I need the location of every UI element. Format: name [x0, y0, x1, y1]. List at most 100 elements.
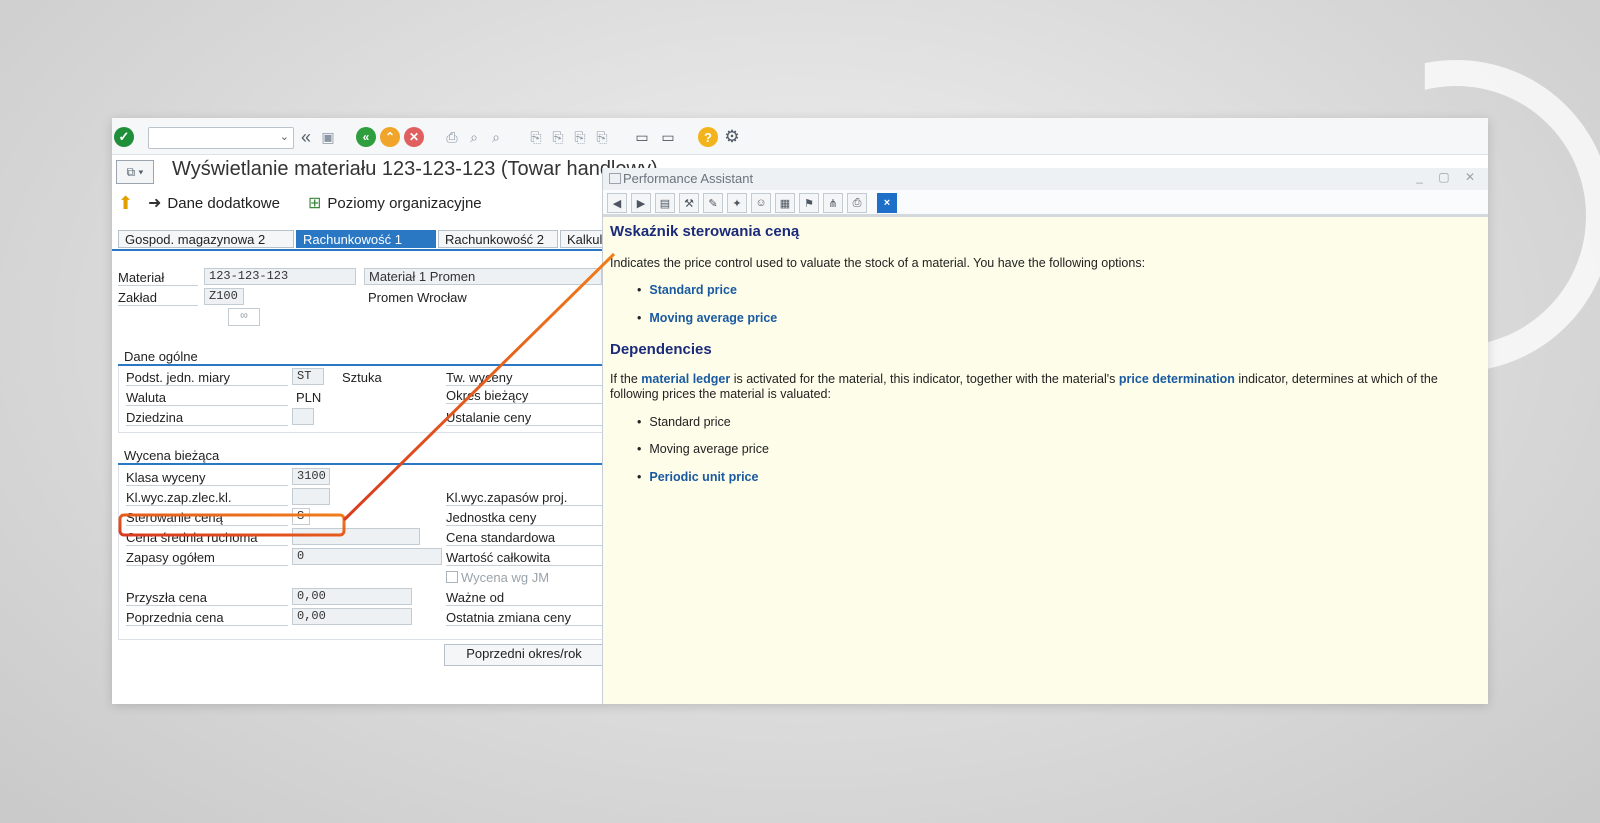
pa-intro: Indicates the price control used to valu… — [610, 256, 1146, 270]
pa-window-title: Performance Assistant — [623, 171, 754, 186]
exit-icon[interactable]: ⌃ — [380, 127, 400, 147]
base-uom-field[interactable]: ST — [292, 368, 324, 385]
new-session-icon[interactable]: ▭ — [632, 127, 652, 147]
org-levels-label: Poziomy organizacyjne — [327, 194, 482, 212]
vc-project-label: Kl.wyc.zapasów proj. — [446, 490, 602, 506]
gear-icon[interactable]: ⚙ — [722, 127, 742, 147]
valuated-uom-label: Wycena wg JM — [461, 570, 550, 585]
future-price-label: Przyszła cena — [126, 590, 288, 606]
share-button[interactable]: ⬆ — [118, 193, 133, 214]
pa-help-content: Wskaźnik sterowania ceną Indicates the p… — [603, 217, 1488, 704]
glasses-icon[interactable]: ∞ — [228, 308, 260, 326]
plant-description: Promen Wrocław — [368, 290, 467, 305]
flag-icon[interactable]: ⚑ — [799, 193, 819, 213]
plant-label: Zakład — [118, 290, 198, 306]
total-stock-field[interactable]: 0 — [292, 548, 442, 565]
standard-price-link[interactable]: Standard price — [649, 283, 737, 297]
share-icon: ⬆ — [118, 193, 134, 213]
command-field[interactable]: ⌄ — [148, 127, 294, 149]
material-field[interactable]: 123-123-123 — [204, 268, 356, 285]
total-value-label: Wartość całkowita — [446, 550, 602, 566]
performance-assistant-window: Performance Assistant _ ▢ ✕ ◀ ▶ ▤ ⚒ ✎ ✦ … — [602, 168, 1488, 704]
close-icon[interactable]: × — [877, 193, 897, 213]
tab-underline — [112, 249, 612, 251]
enter-check-icon[interactable]: ✓ — [114, 127, 134, 147]
base-uom-label: Podst. jedn. miary — [126, 370, 288, 386]
user-icon[interactable]: ☺ — [751, 193, 771, 213]
hierarchy-icon[interactable]: ⋔ — [823, 193, 843, 213]
future-price-field[interactable]: 0,00 — [292, 588, 412, 605]
list-item: • Standard price — [637, 415, 731, 429]
edit-icon[interactable]: ✎ — [703, 193, 723, 213]
current-period-label: Okres bieżący — [446, 388, 602, 404]
price-unit-label: Jednostka ceny — [446, 510, 602, 526]
price-determination-label: Ustalanie ceny — [446, 410, 602, 426]
list-item[interactable]: • Standard price — [637, 283, 737, 297]
material-label: Materiał — [118, 270, 198, 286]
save-icon[interactable]: ▣ — [318, 127, 338, 147]
chevron-down-icon[interactable]: ⌄ — [280, 130, 289, 143]
total-stock-label: Zapasy ogółem — [126, 550, 288, 566]
back-icon[interactable]: « — [356, 127, 376, 147]
first-page-icon[interactable]: ⎘ — [526, 127, 546, 147]
moving-average-price-link[interactable]: Moving average price — [649, 311, 777, 325]
price-control-field[interactable]: S — [292, 508, 310, 525]
tab-label: Rachunkowość 1 — [303, 232, 402, 247]
window-controls[interactable]: _ ▢ ✕ — [1416, 170, 1481, 184]
plant-field[interactable]: Z100 — [204, 288, 244, 305]
dependencies-text: If the material ledger is activated for … — [610, 372, 1460, 402]
forward-arrow-icon[interactable]: ▶ — [631, 193, 651, 213]
print-icon[interactable]: ⎙ — [442, 127, 462, 147]
technical-info-icon[interactable]: ⚒ — [679, 193, 699, 213]
additional-data-button[interactable]: ➜ Dane dodatkowe — [148, 193, 280, 213]
arrow-right-icon: ➜ — [148, 195, 162, 212]
tab-rachunkowosc-1[interactable]: Rachunkowość 1 — [296, 230, 436, 248]
last-page-icon[interactable]: ⎘ — [592, 127, 612, 147]
division-label: Dziedzina — [126, 410, 288, 426]
sap-gui-window: ✓ ⌄ « ▣ « ⌃ ✕ ⎙ ⌕ ⌕ ⎘ ⎘ ⎘ ⎘ ▭ ▭ ? ⚙ ⧉ ▾ … — [112, 118, 1488, 704]
checkbox-icon — [446, 571, 458, 583]
pa-toolbar: ◀ ▶ ▤ ⚒ ✎ ✦ ☺ ▦ ⚑ ⋔ ⎙ × — [603, 190, 1488, 217]
pa-title-bar: Performance Assistant _ ▢ ✕ — [603, 168, 1488, 190]
valuation-class-field[interactable]: 3100 — [292, 468, 330, 485]
tab-label: Rachunkowość 2 — [445, 232, 544, 247]
periodic-unit-price-link[interactable]: Periodic unit price — [649, 470, 758, 484]
tab-gospod-magazynowa-2[interactable]: Gospod. magazynowa 2 — [118, 230, 294, 248]
moving-avg-field[interactable] — [292, 528, 420, 545]
price-determination-link[interactable]: price determination — [1119, 372, 1235, 386]
document-icon[interactable]: ▤ — [655, 193, 675, 213]
previous-page-icon[interactable]: ⎘ — [548, 127, 568, 147]
dep-text-1: If the — [610, 372, 642, 386]
find-next-icon[interactable]: ⌕ — [486, 127, 506, 147]
glossary-icon[interactable]: ✦ — [727, 193, 747, 213]
valuated-uom-checkbox[interactable]: Wycena wg JM — [446, 570, 549, 585]
division-field[interactable] — [292, 408, 314, 425]
find-icon[interactable]: ⌕ — [464, 127, 484, 147]
print-icon[interactable]: ⎙ — [847, 193, 867, 213]
material-ledger-link[interactable]: material ledger — [641, 372, 730, 386]
current-valuation-title: Wycena bieżąca — [124, 448, 220, 463]
pa-heading: Wskaźnik sterowania ceną — [610, 223, 800, 240]
org-levels-button[interactable]: ⊞ Poziomy organizacyjne — [308, 193, 482, 213]
previous-period-button[interactable]: Poprzedni okres/rok — [444, 644, 604, 666]
material-description: Materiał 1 Promen — [364, 268, 602, 285]
system-toolbar: ✓ ⌄ « ▣ « ⌃ ✕ ⎙ ⌕ ⌕ ⎘ ⎘ ⎘ ⎘ ▭ ▭ ? ⚙ — [112, 118, 1488, 155]
calendar-icon[interactable]: ▦ — [775, 193, 795, 213]
cancel-icon[interactable]: ✕ — [404, 127, 424, 147]
help-icon[interactable]: ? — [698, 127, 718, 147]
previous-price-field[interactable]: 0,00 — [292, 608, 412, 625]
tab-label: Gospod. magazynowa 2 — [125, 232, 266, 247]
vc-sales-order-field[interactable] — [292, 488, 330, 505]
menu-icon[interactable]: ⧉ ▾ — [116, 160, 154, 184]
back-arrow-icon[interactable]: ◀ — [607, 193, 627, 213]
list-item: • Moving average price — [637, 442, 769, 456]
list-item[interactable]: • Moving average price — [637, 311, 777, 325]
dependencies-heading: Dependencies — [610, 341, 712, 358]
page-title: Wyświetlanie materiału 123-123-123 (Towa… — [172, 158, 658, 180]
org-structure-icon: ⊞ — [308, 195, 322, 212]
double-left-arrow-icon[interactable]: « — [296, 127, 316, 147]
list-item[interactable]: • Periodic unit price — [637, 470, 758, 484]
next-page-icon[interactable]: ⎘ — [570, 127, 590, 147]
tab-rachunkowosc-2[interactable]: Rachunkowość 2 — [438, 230, 558, 248]
shortcut-icon[interactable]: ▭ — [658, 127, 678, 147]
